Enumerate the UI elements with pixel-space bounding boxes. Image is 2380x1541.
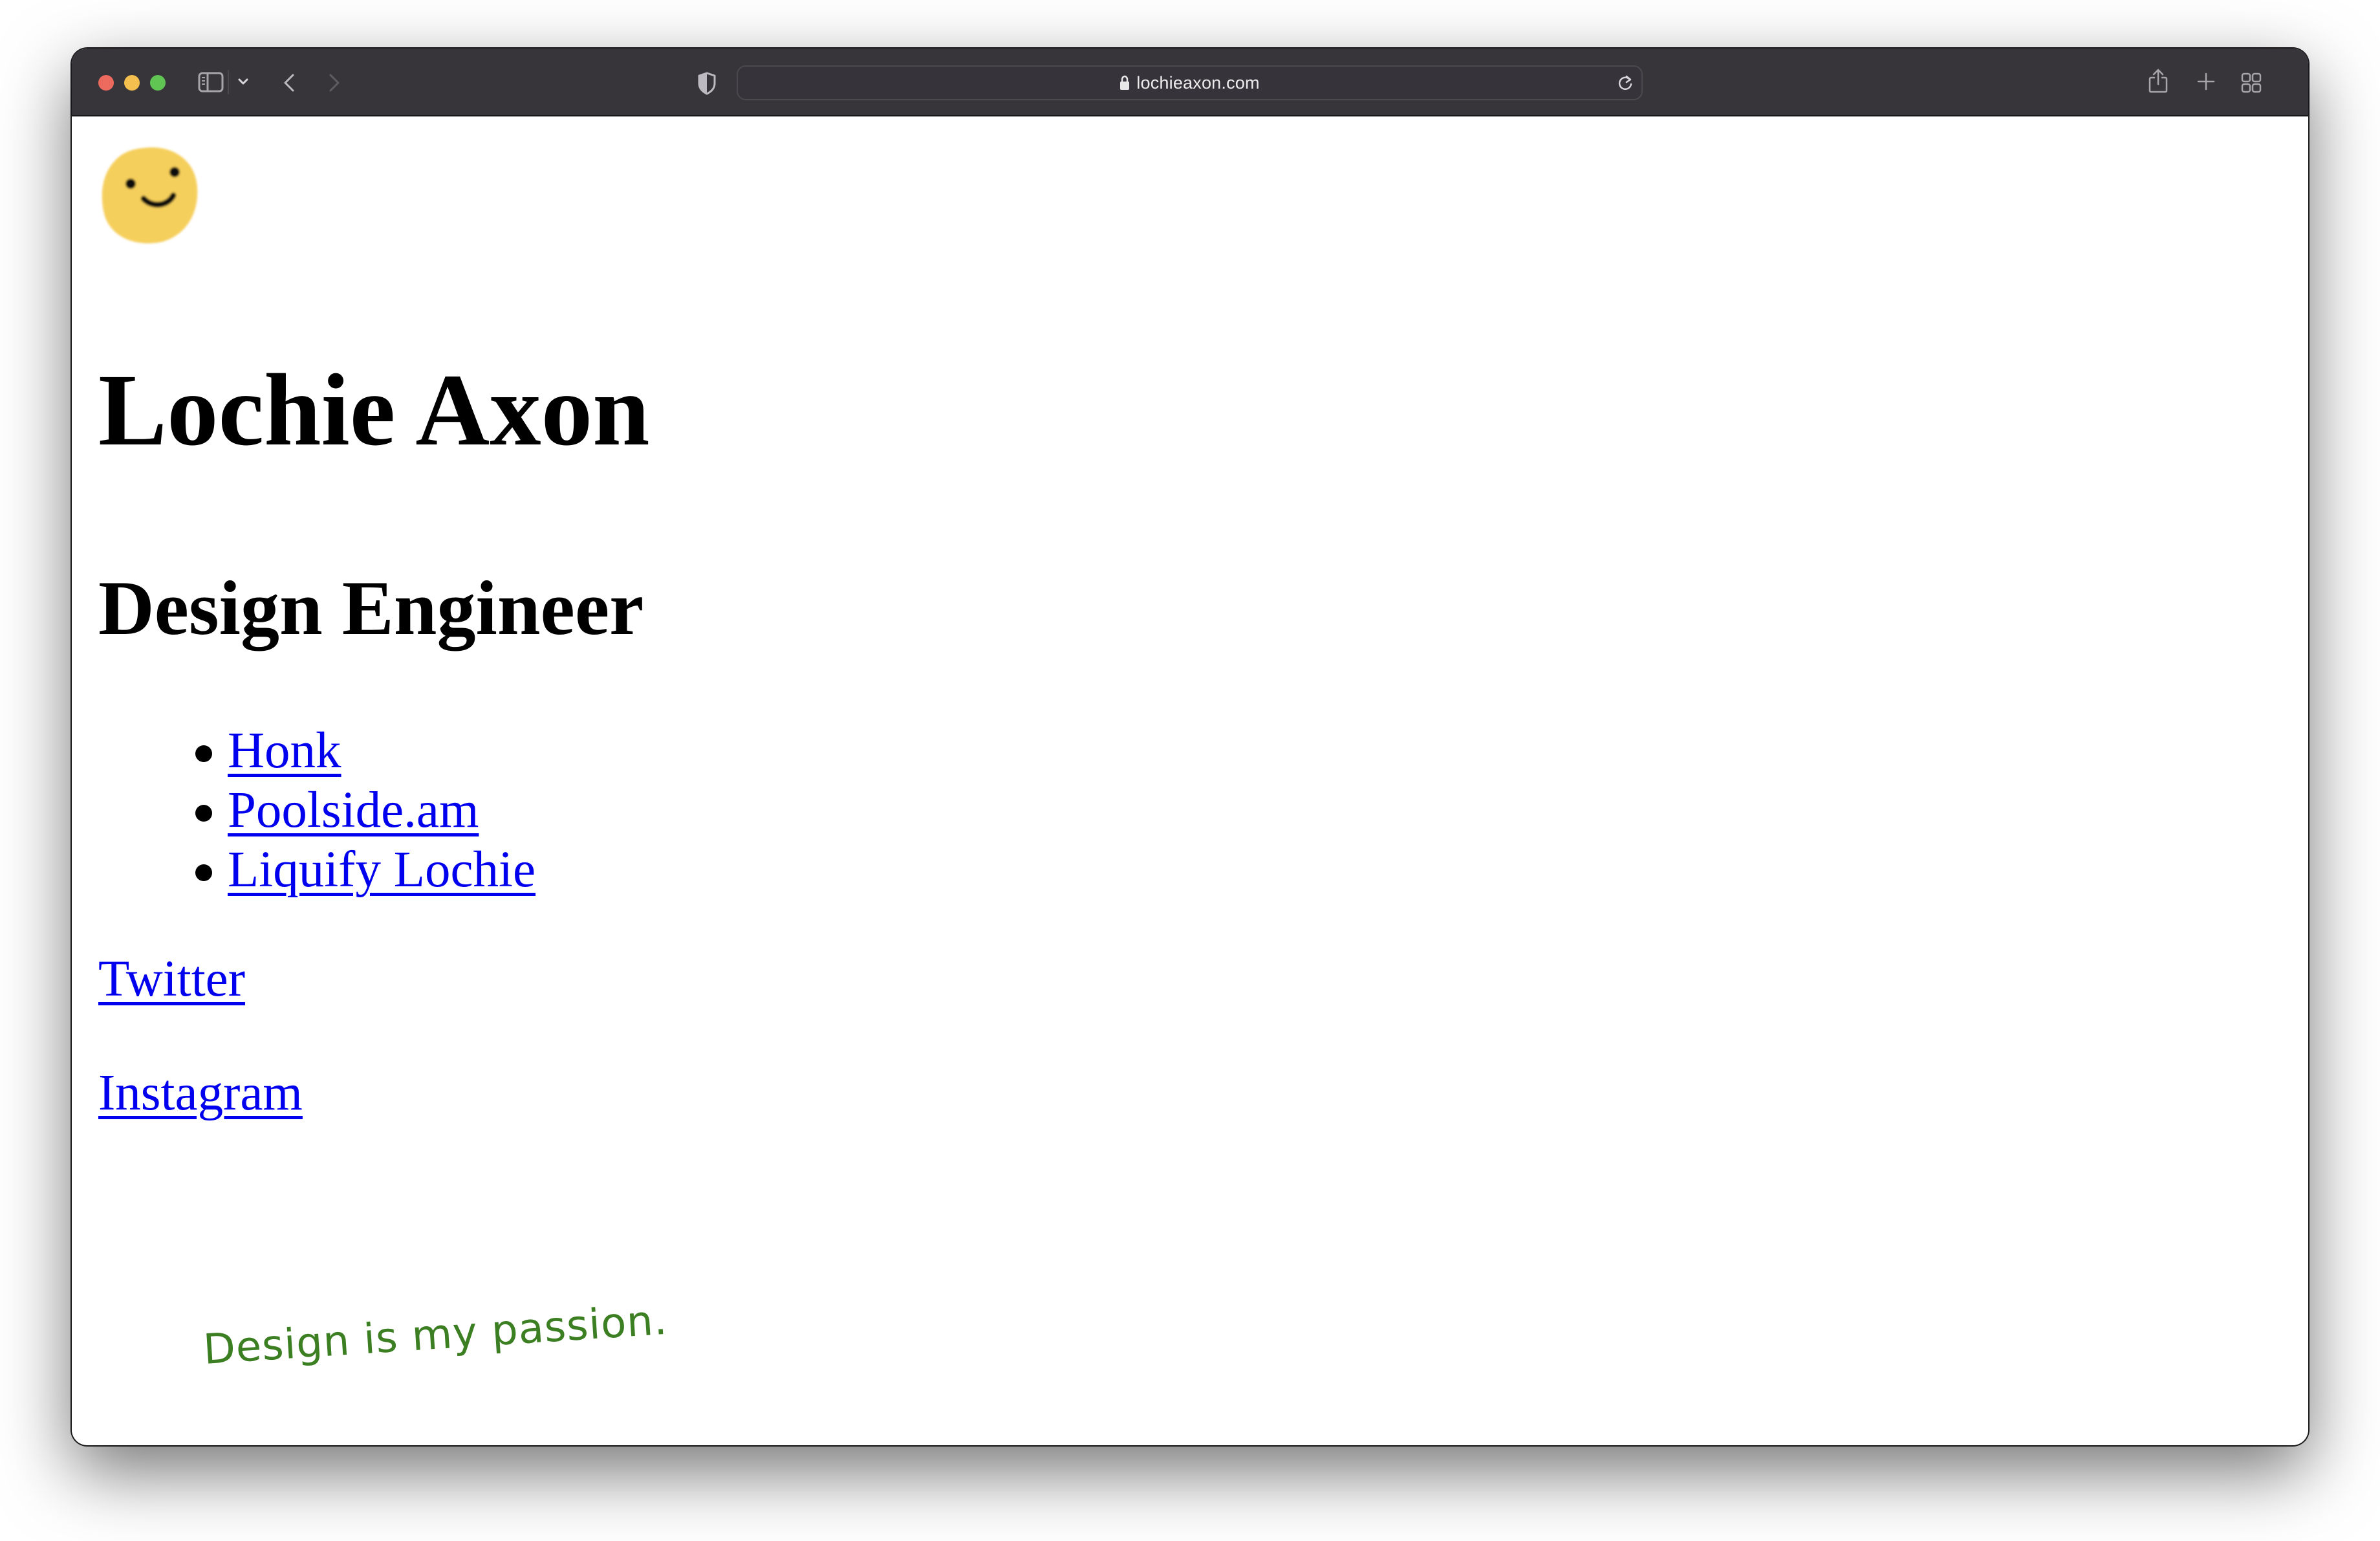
tagline: Design is my passion.	[202, 1296, 669, 1374]
grid-icon	[2241, 72, 2262, 93]
web-page: Lochie Axon Design Engineer Honk Poolsid…	[72, 116, 2308, 1445]
twitter-link[interactable]: Twitter	[98, 951, 245, 1007]
bullet-icon	[195, 745, 212, 762]
tab-overview-button[interactable]	[2241, 72, 2262, 93]
twitter-paragraph: Twitter	[98, 950, 245, 1023]
shield-icon	[698, 72, 716, 95]
toolbar-separator	[228, 70, 229, 94]
bullet-icon	[195, 864, 212, 881]
instagram-paragraph: Instagram	[98, 1064, 303, 1137]
project-link-liquify-lochie[interactable]: Liquify Lochie	[228, 842, 536, 898]
chevron-right-icon	[329, 74, 340, 92]
projects-list: Honk Poolside.am Liquify Lochie	[195, 721, 536, 900]
back-button[interactable]	[282, 73, 296, 93]
window-close-button[interactable]	[98, 75, 114, 91]
forward-button[interactable]	[327, 73, 341, 93]
sidebar-menu-button[interactable]	[237, 77, 249, 86]
browser-window: lochieaxon.com Lochie Axon Design Engine…	[72, 49, 2308, 1445]
project-link-honk[interactable]: Honk	[228, 723, 341, 779]
list-item: Honk	[195, 721, 536, 781]
plus-icon	[2197, 72, 2215, 91]
list-item: Poolside.am	[195, 781, 536, 840]
new-tab-button[interactable]	[2196, 72, 2216, 91]
sidebar-toggle-button[interactable]	[198, 72, 224, 93]
browser-toolbar: lochieaxon.com	[72, 49, 2308, 116]
chevron-down-icon	[238, 78, 248, 85]
project-link-poolside[interactable]: Poolside.am	[228, 782, 479, 838]
sidebar-icon	[198, 72, 224, 93]
reload-button[interactable]	[1617, 74, 1635, 96]
instagram-link[interactable]: Instagram	[98, 1065, 303, 1121]
address-bar-content: lochieaxon.com	[738, 67, 1641, 99]
privacy-report-button[interactable]	[697, 72, 717, 95]
window-maximize-button[interactable]	[150, 75, 166, 91]
address-bar[interactable]: lochieaxon.com	[737, 65, 1643, 100]
window-minimize-button[interactable]	[124, 75, 140, 91]
reload-icon	[1618, 75, 1632, 90]
chevron-left-icon	[284, 74, 294, 92]
url-text: lochieaxon.com	[1136, 72, 1260, 93]
share-button[interactable]	[2148, 68, 2169, 94]
share-icon	[2148, 69, 2168, 93]
page-title: Lochie Axon	[98, 353, 650, 467]
smiley-face-icon	[102, 147, 198, 244]
lock-icon	[1120, 75, 1130, 90]
list-item: Liquify Lochie	[195, 840, 536, 900]
smiley-avatar	[98, 144, 202, 246]
bullet-icon	[195, 805, 212, 822]
page-subtitle: Design Engineer	[98, 565, 644, 651]
